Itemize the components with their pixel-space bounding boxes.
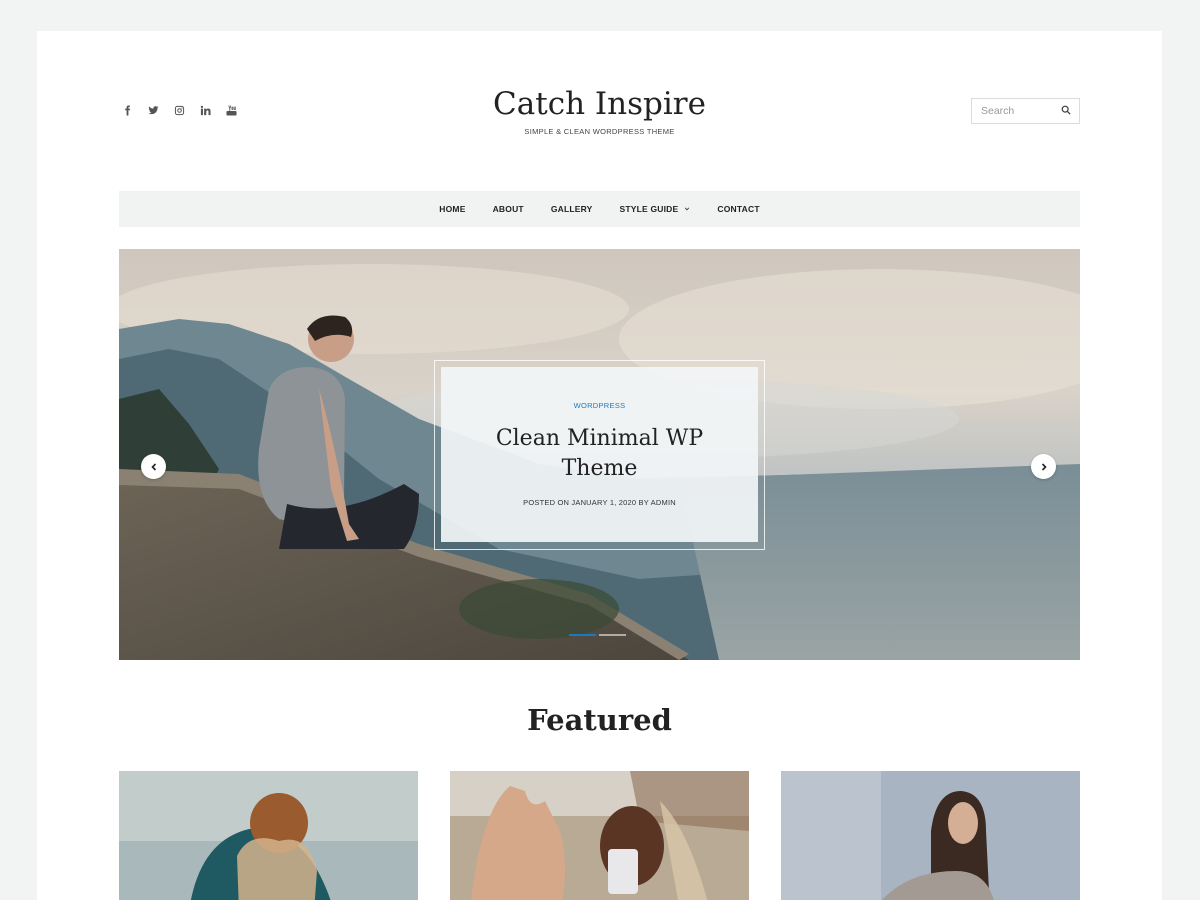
featured-heading: Featured [527, 703, 672, 737]
slide-meta: POSTED ON JANUARY 1, 2020 BY ADMIN [523, 498, 676, 507]
slide-title[interactable]: Clean Minimal WP Theme [441, 424, 758, 484]
nav-item-about[interactable]: ABOUT [493, 204, 524, 214]
slide-caption: WORDPRESS Clean Minimal WP Theme POSTED … [441, 367, 758, 542]
nav-item-label: STYLE GUIDE [619, 204, 679, 214]
slider-dot[interactable] [569, 634, 596, 636]
featured-image-3 [781, 771, 1080, 900]
main-navigation: HOME ABOUT GALLERY STYLE GUIDE CONTACT [119, 191, 1080, 227]
slider-prev-button[interactable] [141, 454, 166, 479]
nav-item-gallery[interactable]: GALLERY [551, 204, 593, 214]
site-tagline: SIMPLE & CLEAN WORDPRESS THEME [524, 127, 675, 136]
slide-title-line-2: Theme [561, 456, 638, 481]
nav-item-label: GALLERY [550, 204, 593, 214]
search-input[interactable] [981, 105, 1051, 117]
search-box [971, 98, 1080, 124]
featured-card[interactable] [119, 771, 418, 900]
chevron-down-icon [685, 207, 690, 211]
slider-next-button[interactable] [1031, 454, 1056, 479]
slider-dot[interactable] [599, 634, 626, 636]
chevron-right-icon [1041, 462, 1047, 471]
slide-category[interactable]: WORDPRESS [441, 401, 758, 410]
nav-item-style-guide[interactable]: STYLE GUIDE [620, 204, 691, 214]
nav-item-label: ABOUT [492, 204, 524, 214]
slide-title-line-1: Clean Minimal WP [495, 426, 704, 451]
nav-item-home[interactable]: HOME [439, 204, 465, 214]
featured-image-1 [119, 771, 418, 900]
featured-card[interactable] [781, 771, 1080, 900]
nav-item-label: HOME [439, 204, 466, 214]
search-icon[interactable] [1061, 102, 1071, 120]
slider-pagination [569, 634, 626, 636]
featured-image-2 [450, 771, 749, 900]
chevron-left-icon [150, 462, 156, 471]
nav-item-label: CONTACT [717, 204, 760, 214]
featured-card[interactable] [450, 771, 749, 900]
nav-item-contact[interactable]: CONTACT [717, 204, 759, 214]
hero-slider: WORDPRESS Clean Minimal WP Theme POSTED … [119, 249, 1080, 660]
page: Catch Inspire SIMPLE & CLEAN WORDPRESS T… [37, 31, 1162, 900]
